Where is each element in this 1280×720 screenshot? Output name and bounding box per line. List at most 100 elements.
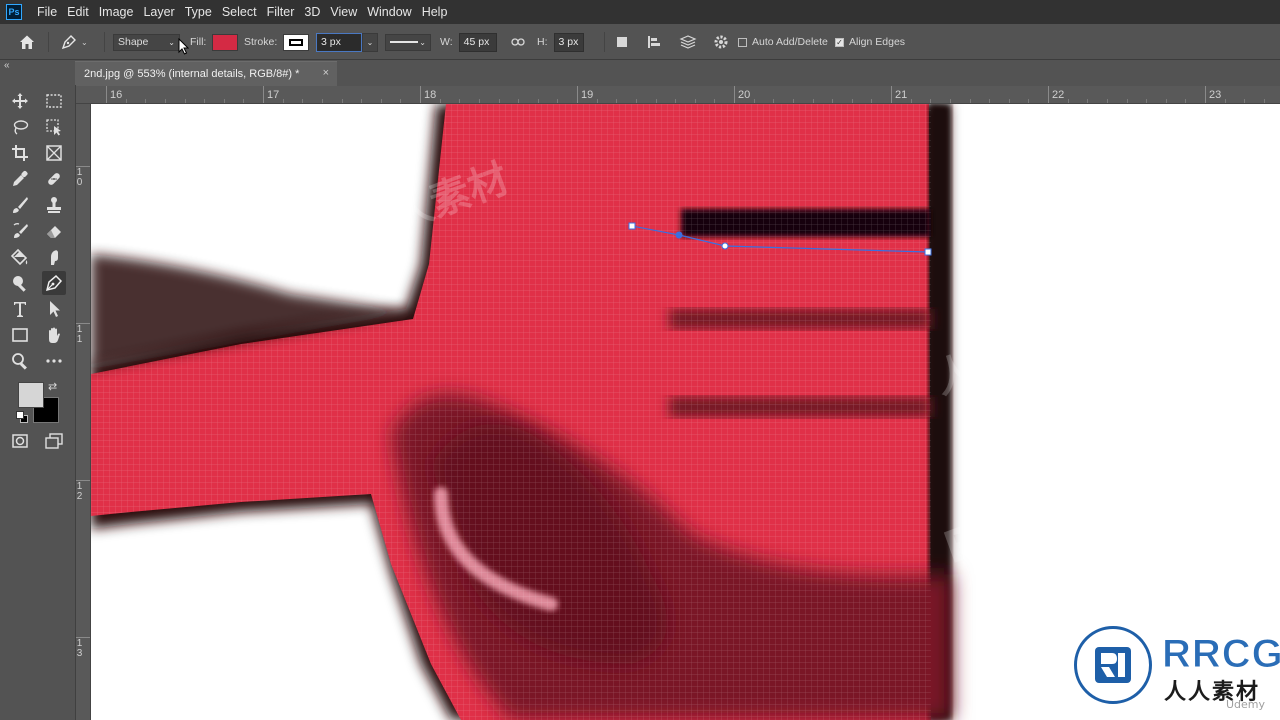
screen-mode-icon[interactable] — [42, 429, 66, 453]
ruler-minor-tick — [459, 99, 461, 103]
photoshop-logo-icon[interactable]: Ps — [6, 4, 22, 20]
chevron-down-icon: ⌄ — [419, 37, 426, 47]
path-anchor-point[interactable] — [628, 222, 636, 230]
quick-mask-icon[interactable] — [8, 429, 32, 453]
dodge-tool-icon[interactable] — [8, 271, 32, 295]
chevron-down-icon: ⌄ — [81, 37, 88, 47]
eraser-tool-icon[interactable] — [42, 219, 66, 243]
watermark-logo: RRCG 人人素材 — [1074, 626, 1280, 706]
marquee-tool-icon[interactable] — [42, 89, 66, 113]
ruler-minor-tick — [596, 99, 598, 103]
path-operations-icon[interactable] — [614, 24, 630, 60]
ruler-minor-tick — [773, 99, 775, 103]
ruler-minor-tick — [537, 99, 539, 103]
more-tools-icon[interactable] — [42, 349, 66, 373]
close-icon[interactable]: × — [323, 67, 329, 79]
path-selection-tool-icon[interactable] — [42, 297, 66, 321]
frame-tool-icon[interactable] — [42, 141, 66, 165]
ruler-minor-tick — [969, 99, 971, 103]
menu-filter[interactable]: Filter — [262, 0, 300, 24]
document-tab[interactable]: 2nd.jpg @ 553% (internal details, RGB/8#… — [75, 61, 337, 86]
ruler-minor-tick — [655, 99, 657, 103]
swap-colors-icon[interactable]: ⇄ — [48, 380, 57, 393]
path-anchor-point-end[interactable] — [924, 248, 932, 256]
auto-add-delete-check[interactable] — [738, 37, 747, 47]
ruler-minor-tick — [1185, 99, 1187, 103]
menu-bar: Ps File Edit Image Layer Type Select Fil… — [0, 0, 1280, 24]
menu-view[interactable]: View — [325, 0, 362, 24]
stroke-width-dropdown[interactable]: ⌄ — [362, 32, 378, 52]
ruler-minor-tick — [616, 99, 618, 103]
menu-file[interactable]: File — [32, 0, 62, 24]
height-input[interactable]: 3 px — [553, 32, 584, 52]
stroke-width-input[interactable]: 3 px — [316, 32, 362, 52]
brush-tool-icon[interactable] — [8, 193, 32, 217]
align-edges-checkbox[interactable]: ✓ Align Edges — [835, 24, 905, 60]
chevron-down-icon: ⌄ — [366, 37, 374, 47]
default-colors-icon[interactable] — [16, 411, 28, 423]
stroke-type-select[interactable]: ⌄ — [385, 33, 431, 51]
lasso-tool-icon[interactable] — [8, 115, 32, 139]
crop-tool-icon[interactable] — [8, 141, 32, 165]
svg-text:RRCG: RRCG — [1157, 380, 1280, 474]
width-input[interactable]: 45 px — [458, 32, 497, 52]
auto-add-delete-checkbox[interactable]: Auto Add/Delete — [738, 24, 828, 60]
menu-window[interactable]: Window — [362, 0, 416, 24]
ruler-minor-tick — [871, 99, 873, 103]
path-anchor-point-selected[interactable] — [675, 231, 683, 239]
ruler-label-19: 19 — [581, 89, 594, 101]
clone-stamp-tool-icon[interactable] — [42, 193, 66, 217]
home-icon[interactable] — [18, 24, 36, 60]
ruler-label-21: 21 — [895, 89, 908, 101]
cursor-arrow-icon — [178, 37, 190, 58]
pen-mode-value: Shape — [118, 36, 149, 48]
ruler-minor-tick — [341, 99, 343, 103]
stroke-line-preview — [390, 41, 418, 43]
ruler-minor-tick — [694, 99, 696, 103]
history-brush-tool-icon[interactable] — [8, 219, 32, 243]
menu-select[interactable]: Select — [217, 0, 262, 24]
link-dimensions-icon[interactable] — [511, 24, 525, 60]
path-handle[interactable] — [721, 242, 729, 250]
eyedropper-tool-icon[interactable] — [8, 167, 32, 191]
ruler-minor-tick — [125, 99, 127, 103]
healing-brush-tool-icon[interactable] — [42, 167, 66, 191]
ruler-minor-tick — [851, 99, 853, 103]
type-tool-icon[interactable] — [8, 297, 32, 321]
menu-type[interactable]: Type — [180, 0, 217, 24]
pen-tool-icon[interactable] — [42, 271, 66, 295]
menu-help[interactable]: Help — [417, 0, 453, 24]
foreground-color-swatch[interactable] — [18, 382, 44, 408]
menu-layer[interactable]: Layer — [138, 0, 179, 24]
menu-image[interactable]: Image — [94, 0, 139, 24]
fill-color-swatch[interactable] — [212, 33, 239, 51]
height-label: H: — [537, 36, 548, 48]
hand-tool-icon[interactable] — [42, 323, 66, 347]
gear-icon[interactable] — [713, 24, 729, 60]
object-selection-tool-icon[interactable] — [42, 115, 66, 139]
horizontal-ruler[interactable]: 16 17 18 19 20 21 22 23 — [76, 86, 1280, 104]
path-alignment-icon[interactable] — [646, 24, 662, 60]
auto-add-delete-label: Auto Add/Delete — [752, 36, 828, 48]
collapse-panel-icon[interactable]: « — [4, 60, 10, 71]
ruler-minor-tick — [753, 99, 755, 103]
ruler-minor-tick — [635, 99, 637, 103]
ruler-minor-tick — [400, 99, 402, 103]
ruler-minor-tick — [1244, 99, 1246, 103]
paint-bucket-tool-icon[interactable] — [8, 245, 32, 269]
smudge-tool-icon[interactable] — [42, 245, 66, 269]
rectangle-tool-icon[interactable] — [8, 323, 32, 347]
zoom-tool-icon[interactable] — [8, 349, 32, 373]
tool-preset-pen-icon[interactable]: ⌄ — [60, 24, 88, 60]
ruler-minor-tick — [1263, 99, 1265, 103]
stroke-color-swatch[interactable] — [283, 33, 310, 51]
ruler-minor-tick — [1165, 99, 1167, 103]
pen-mode-select[interactable]: Shape ⌄ — [113, 33, 180, 51]
menu-3d[interactable]: 3D — [299, 0, 325, 24]
ruler-minor-tick — [812, 99, 814, 103]
path-arrangement-icon[interactable] — [679, 24, 697, 60]
align-edges-check-icon[interactable]: ✓ — [835, 37, 844, 47]
menu-edit[interactable]: Edit — [62, 0, 94, 24]
move-tool-icon[interactable] — [8, 89, 32, 113]
vertical-ruler[interactable]: 1 0 1 1 1 2 1 3 — [76, 104, 91, 720]
